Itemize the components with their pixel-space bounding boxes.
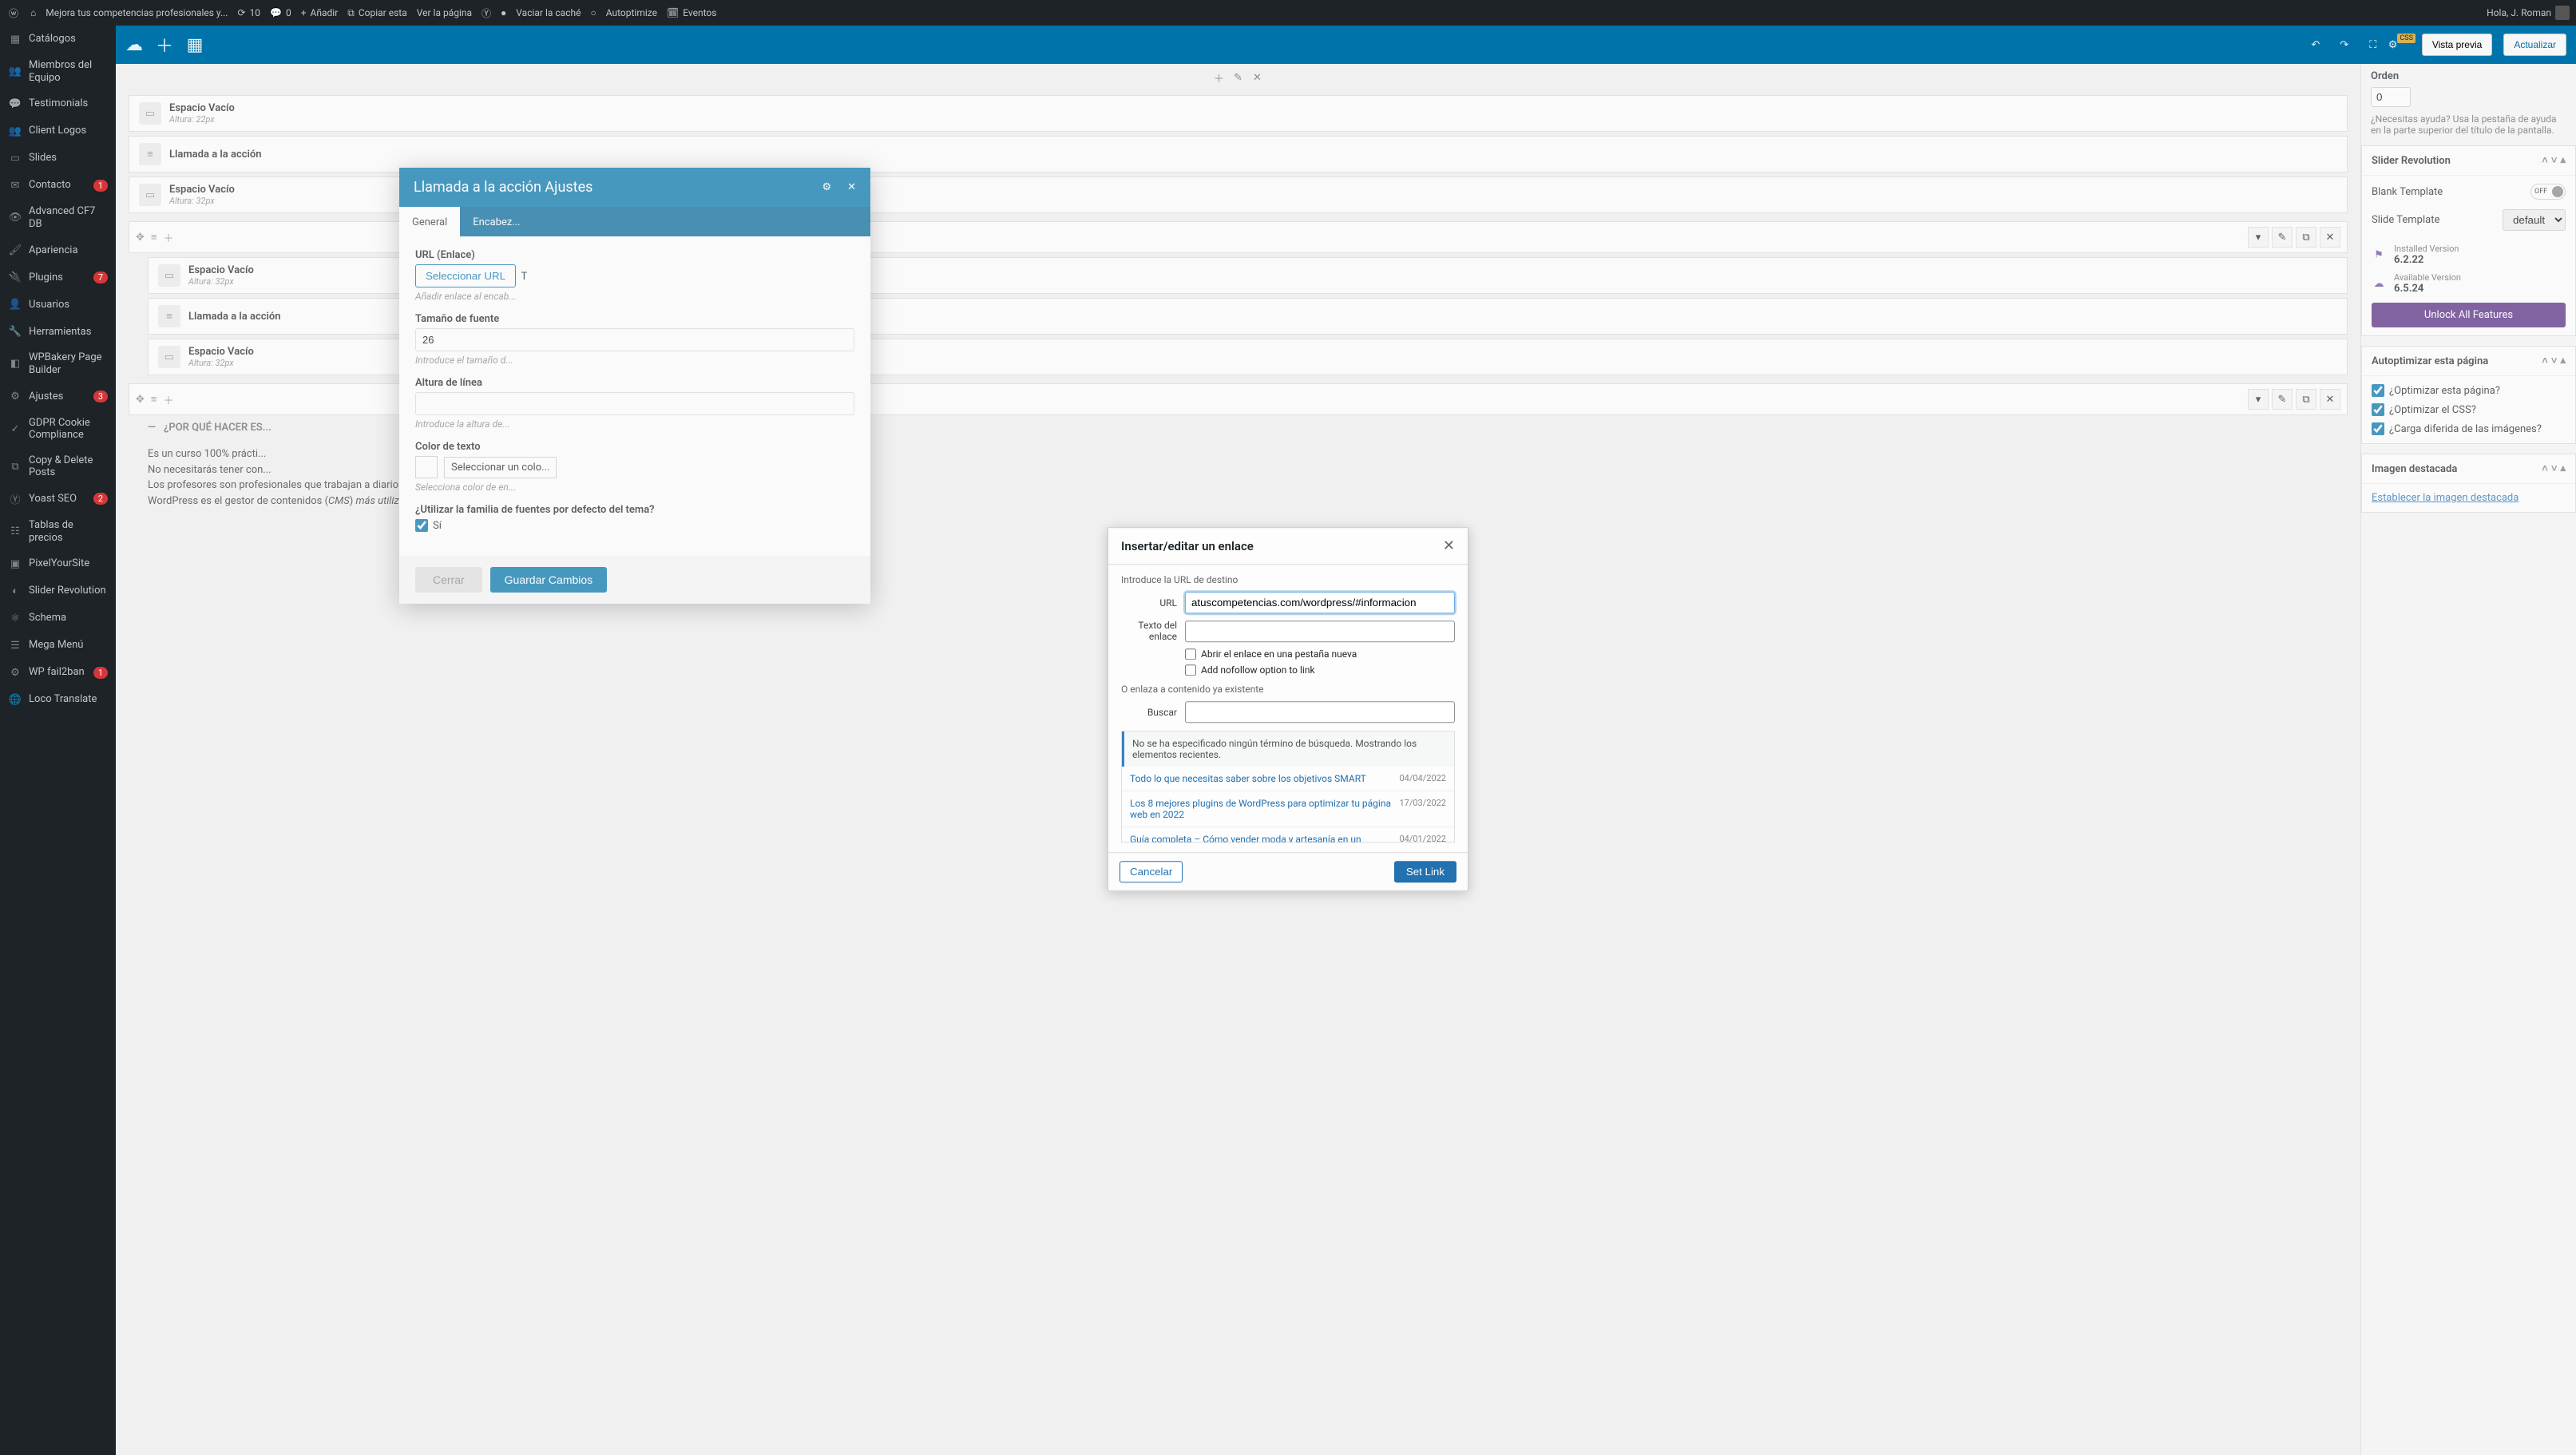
cancel-button[interactable]: Cancelar <box>1120 861 1183 882</box>
search-label: Buscar <box>1121 707 1177 718</box>
nofollow-label: Add nofollow option to link <box>1201 664 1315 676</box>
modal-subheading: O enlaza a contenido ya existente <box>1121 684 1455 695</box>
set-link-button[interactable]: Set Link <box>1394 861 1456 882</box>
result-item[interactable]: Guía completa – Cómo vender moda y artes… <box>1122 827 1454 842</box>
link-text-label: Texto del enlace <box>1121 620 1177 642</box>
modal-subheading: Introduce la URL de destino <box>1121 574 1455 585</box>
new-tab-label: Abrir el enlace en una pestaña nueva <box>1201 648 1357 660</box>
new-tab-checkbox[interactable] <box>1185 648 1196 660</box>
result-item[interactable]: Todo lo que necesitas saber sobre los ob… <box>1122 767 1454 791</box>
url-input[interactable] <box>1185 592 1455 613</box>
result-item[interactable]: Los 8 mejores plugins de WordPress para … <box>1122 791 1454 827</box>
search-input[interactable] <box>1185 701 1455 723</box>
link-modal: Insertar/editar un enlace ✕ Introduce la… <box>1108 527 1468 891</box>
close-icon[interactable]: ✕ <box>1443 537 1455 554</box>
url-label: URL <box>1121 597 1177 609</box>
results-info: No se ha especificado ningún término de … <box>1122 731 1454 767</box>
link-text-input[interactable] <box>1185 620 1455 642</box>
search-results: No se ha especificado ningún término de … <box>1121 731 1455 842</box>
modal-overlay: Insertar/editar un enlace ✕ Introduce la… <box>0 0 2576 1455</box>
modal-title: Insertar/editar un enlace <box>1121 539 1443 553</box>
nofollow-checkbox[interactable] <box>1185 664 1196 676</box>
